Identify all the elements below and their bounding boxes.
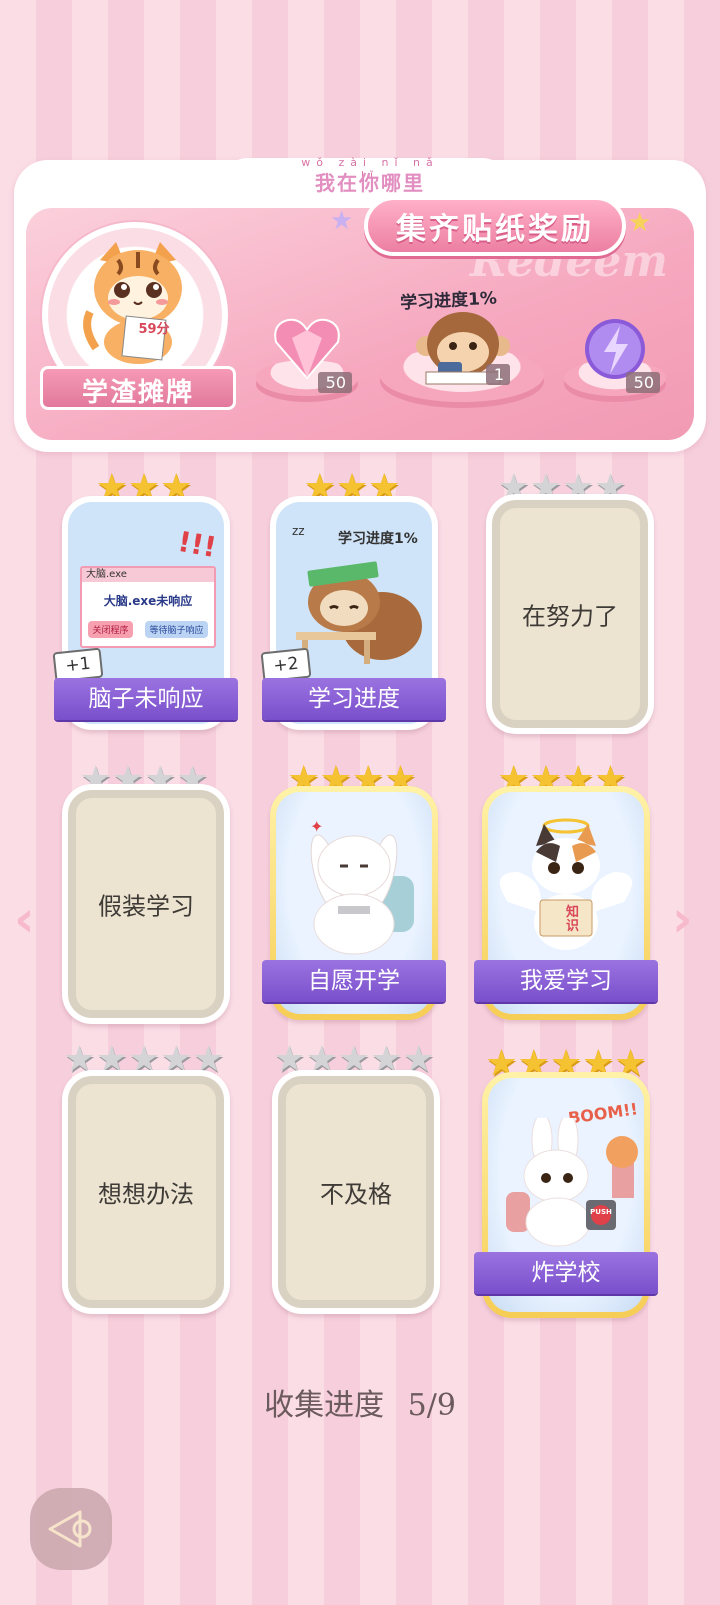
push-label: PUSH — [590, 1208, 612, 1216]
sticker-card[interactable]: BOOM!! PUSH 炸学校 — [474, 1072, 658, 1318]
back-button[interactable] — [30, 1488, 112, 1570]
card-title: 炸学校 — [474, 1252, 658, 1294]
pink-heart-gem-icon[interactable] — [272, 316, 342, 380]
close-program-button: 关闭程序 — [88, 621, 133, 638]
card-title: 脑子未响应 — [54, 678, 238, 720]
sticker-card[interactable]: 知识 我爱学习 — [474, 786, 658, 1020]
card-title: 在努力了 — [522, 602, 618, 631]
purple-star-icon: ★ — [330, 206, 354, 236]
page-title: 集齐贴纸奖励 — [396, 212, 594, 247]
sleep-zz-icon: zz — [292, 524, 305, 538]
error-window-title: 大脑.exe — [82, 568, 214, 582]
wait-button: 等待脑子响应 — [145, 621, 208, 638]
bunny-backpack-icon: ✦ — [310, 817, 414, 955]
tiger-avatar-icon — [83, 242, 182, 364]
card-title: 假装学习 — [98, 892, 194, 921]
sticker-card[interactable]: ✦ 自愿开学 — [262, 786, 446, 1020]
card-title: 我爱学习 — [474, 960, 658, 1002]
card-face: 不及格 — [278, 1076, 434, 1308]
progress-bubble: 学习进度1% — [338, 531, 418, 547]
yellow-star-icon: ★ — [628, 208, 652, 238]
reward-count: 50 — [626, 372, 660, 393]
sticker-card-locked[interactable]: 在努力了 — [486, 494, 654, 734]
sticker-card-locked[interactable]: 想想办法 — [62, 1070, 230, 1314]
card-face: 想想办法 — [68, 1076, 224, 1308]
sticker-card-locked[interactable]: 假装学习 — [62, 784, 230, 1024]
reward-count: 50 — [318, 372, 352, 393]
reward-count: 1 — [486, 364, 510, 385]
sticker-card[interactable]: 学习进度1% zz +2 学习进度 — [260, 496, 446, 730]
card-face: 假装学习 — [68, 790, 224, 1018]
card-title: 学习进度 — [262, 678, 446, 720]
next-page-arrow-icon[interactable]: › — [672, 890, 693, 948]
card-face: 在努力了 — [492, 500, 648, 728]
card-title: 想想办法 — [98, 1180, 194, 1209]
svg-text:✦: ✦ — [310, 817, 323, 836]
prev-page-arrow-icon[interactable]: ‹ — [14, 890, 35, 948]
error-message: 大脑.exe未响应 — [103, 594, 193, 608]
bunny-push-button-icon — [506, 1118, 638, 1247]
collection-progress: 收集进度 5/9 — [0, 1380, 720, 1424]
sticker-card[interactable]: !!! 大脑.exe 大脑.exe未响应 关闭程序 等待脑子响应 +1 脑子未响… — [52, 496, 238, 730]
avatar-label: 学渣摊牌 — [81, 378, 194, 408]
tagline: 我在你哪里 — [315, 171, 425, 195]
book-label: 知识 — [566, 905, 580, 934]
card-title: 自愿开学 — [262, 960, 446, 1002]
avatar-score-paper: 59分 — [138, 322, 170, 337]
back-arrow-icon — [48, 1510, 92, 1548]
collection-progress-value: 5/9 — [407, 1388, 456, 1423]
card-title: 不及格 — [320, 1180, 392, 1209]
error-window: 大脑.exe 大脑.exe未响应 关闭程序 等待脑子响应 — [80, 566, 216, 648]
collection-progress-label: 收集进度 — [264, 1388, 385, 1423]
angel-cat-reading-icon — [500, 818, 632, 950]
sticker-card-locked[interactable]: 不及格 — [272, 1070, 440, 1314]
exclamation-icon: !!! — [175, 524, 219, 565]
